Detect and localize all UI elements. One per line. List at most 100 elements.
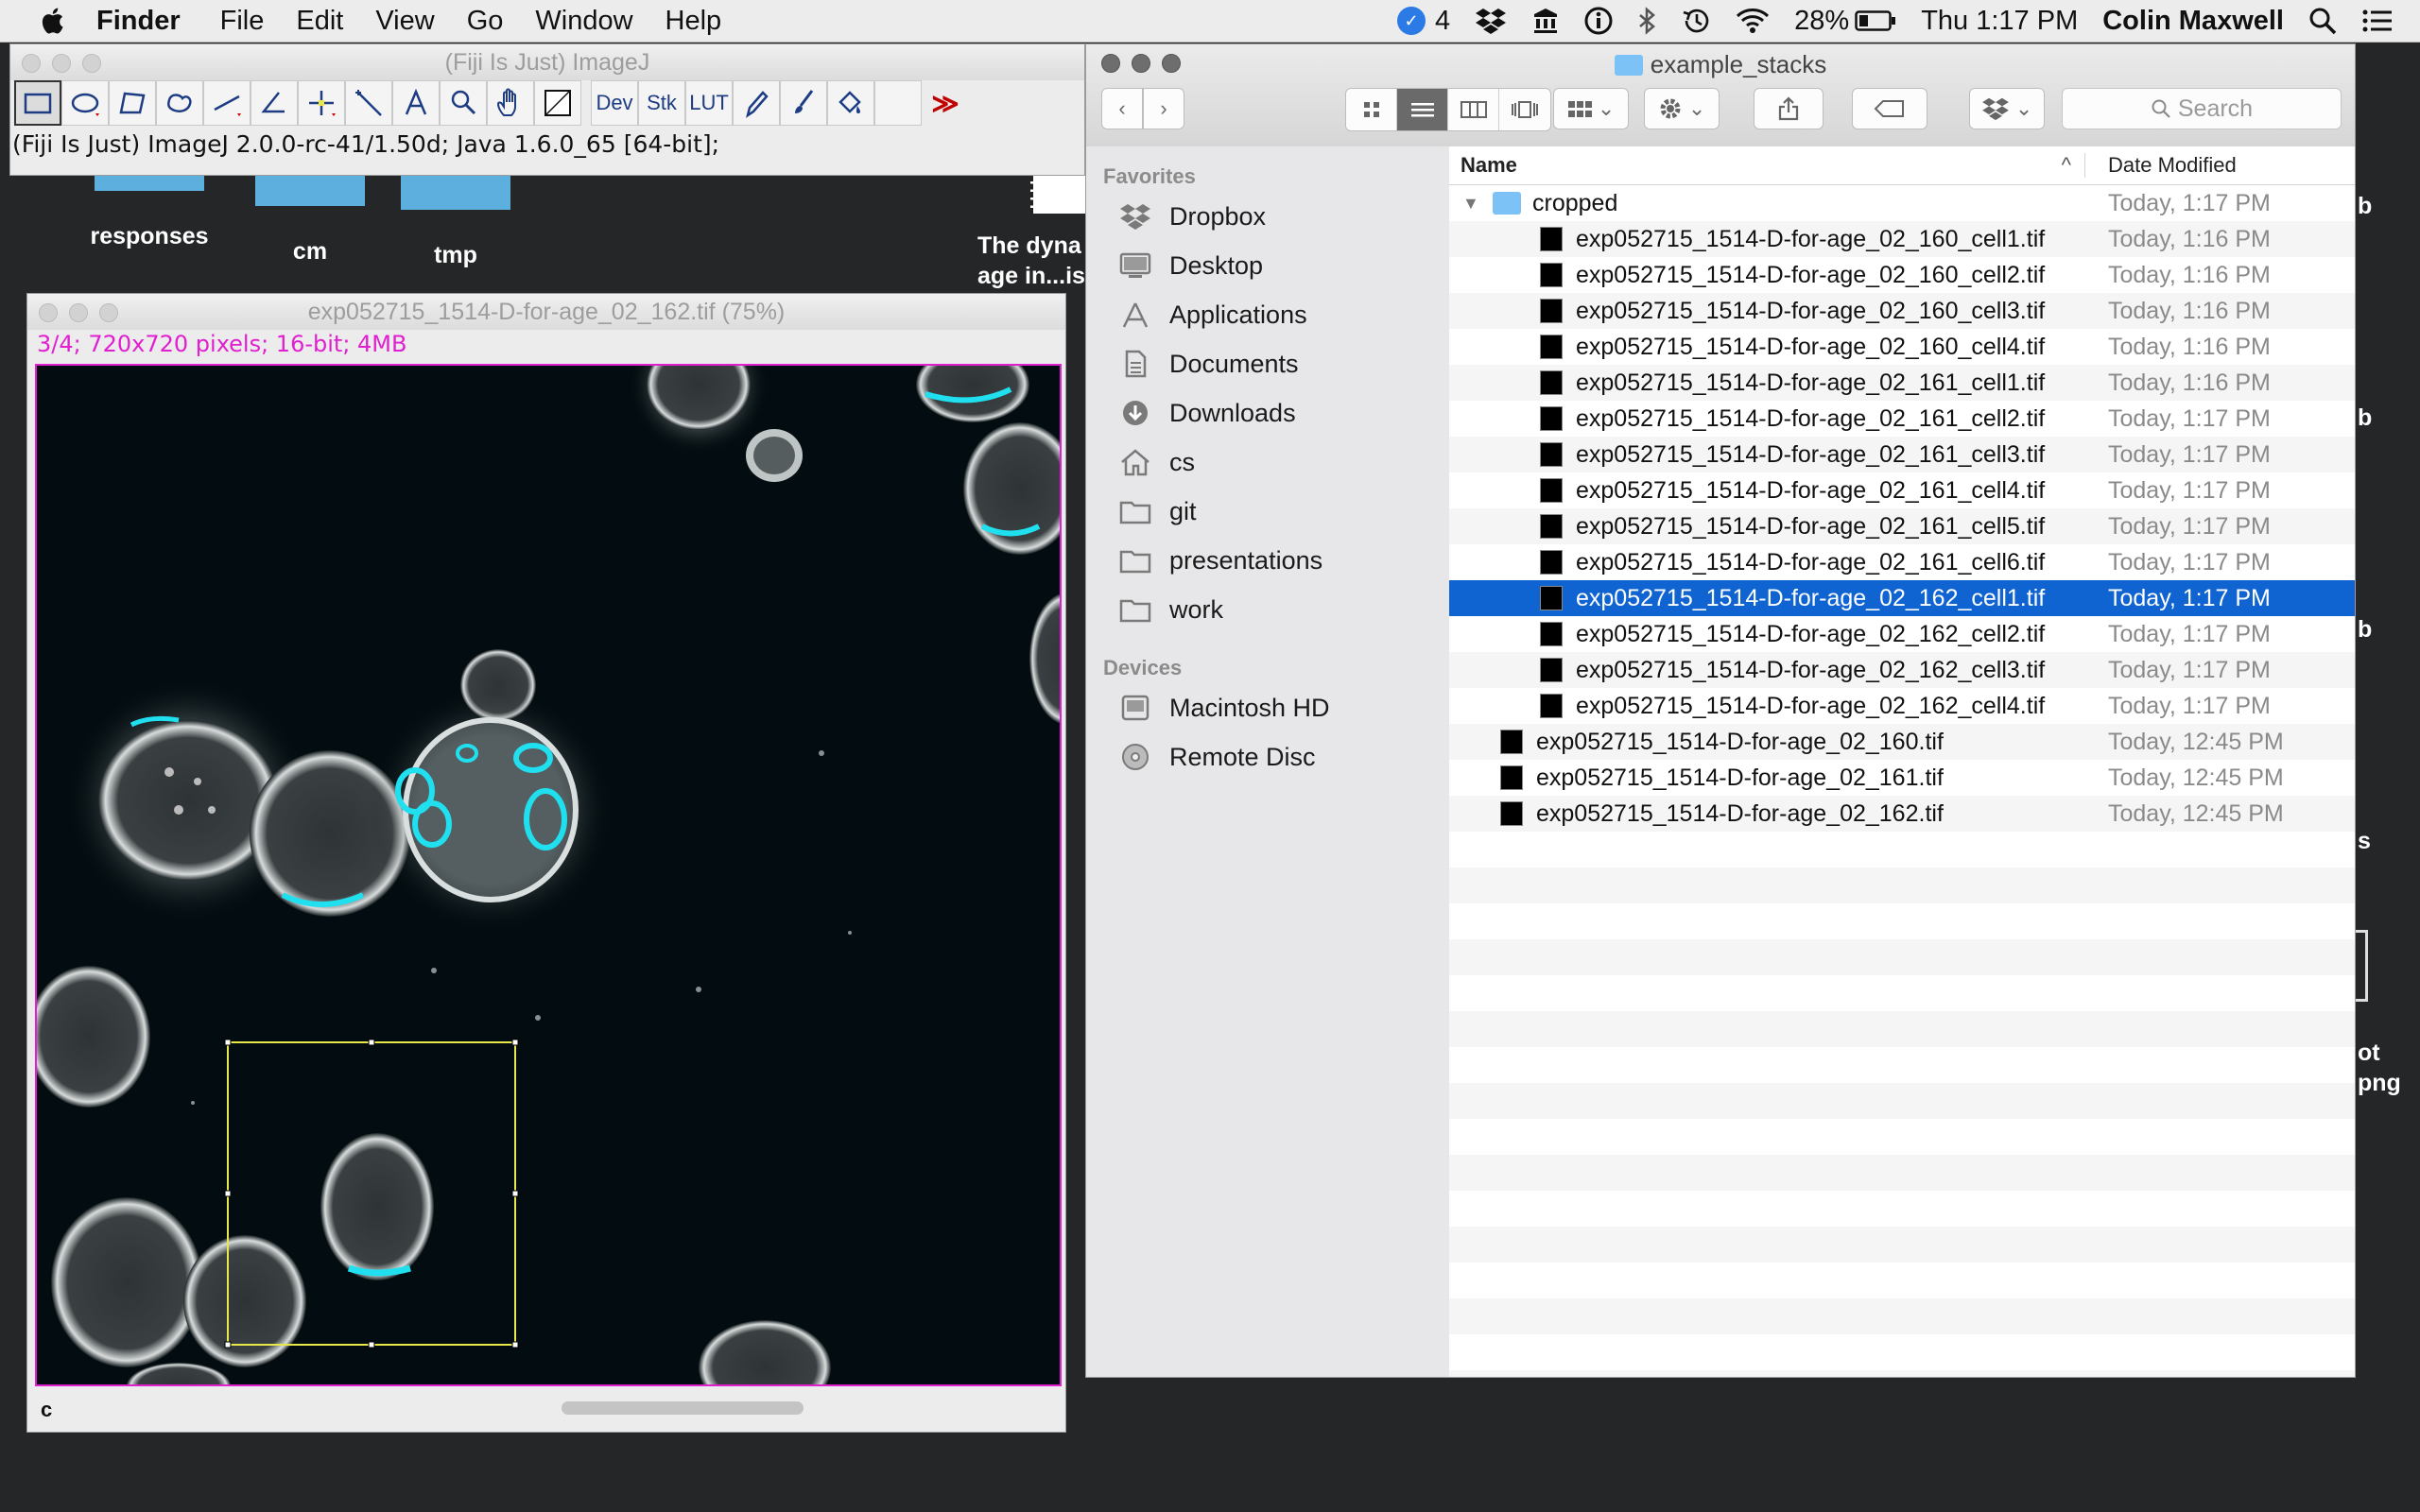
sidebar-item-macintosh-hd[interactable]: Macintosh HD (1086, 683, 1449, 732)
polygon-tool[interactable] (109, 80, 156, 126)
info-status-icon[interactable] (1584, 7, 1613, 35)
imagej-titlebar[interactable]: (Fiji Is Just) ImageJ (10, 44, 1084, 80)
sidebar-item-remote-disc[interactable]: Remote Disc (1086, 732, 1449, 782)
apple-menu-icon[interactable] (40, 7, 64, 35)
column-header-date[interactable]: Date Modified (2085, 153, 2237, 178)
table-row[interactable]: exp052715_1514-D-for-age_02_160_cell4.ti… (1449, 329, 2355, 365)
desktop-document-icon[interactable] (1030, 176, 1086, 214)
column-view-button[interactable] (1448, 89, 1499, 130)
desktop-fragment[interactable]: b (2358, 616, 2372, 644)
oval-tool[interactable] (61, 80, 109, 126)
desktop-folder-tmp-icon[interactable] (401, 176, 510, 210)
table-row-selected[interactable]: exp052715_1514-D-for-age_02_162_cell1.ti… (1449, 580, 2355, 616)
forward-button[interactable]: › (1143, 88, 1184, 129)
text-tool[interactable] (392, 80, 440, 126)
menu-file[interactable]: File (220, 6, 265, 37)
zoom-button[interactable] (82, 54, 101, 73)
sidebar-item-cs[interactable]: cs (1086, 438, 1449, 487)
clock[interactable]: Thu 1:17 PM (1921, 6, 2078, 37)
table-row[interactable]: exp052715_1514-D-for-age_02_160.tif Today… (1449, 724, 2355, 760)
table-row[interactable]: exp052715_1514-D-for-age_02_161_cell1.ti… (1449, 365, 2355, 401)
desktop-fragment[interactable]: s (2358, 828, 2371, 855)
disclosure-triangle-icon[interactable]: ▼ (1462, 194, 1479, 214)
back-button[interactable]: ‹ (1101, 88, 1143, 129)
table-row[interactable]: exp052715_1514-D-for-age_02_162_cell3.ti… (1449, 652, 2355, 688)
table-row[interactable]: exp052715_1514-D-for-age_02_161.tif Today… (1449, 760, 2355, 796)
minimize-button[interactable] (69, 303, 88, 322)
notification-status[interactable]: ✓ 4 (1397, 6, 1450, 37)
search-field[interactable]: Search (2062, 88, 2342, 129)
desktop-label-age[interactable]: age in...is (977, 263, 1085, 290)
sidebar-item-desktop[interactable]: Desktop (1086, 241, 1449, 290)
sidebar-item-applications[interactable]: Applications (1086, 290, 1449, 339)
line-tool[interactable] (203, 80, 251, 126)
desktop-label-dynamics[interactable]: The dyna (977, 232, 1081, 260)
menu-window[interactable]: Window (535, 6, 632, 37)
desktop-folder-cm-icon[interactable] (255, 176, 365, 206)
desktop-item-outline[interactable] (2356, 930, 2368, 1002)
sidebar-item-presentations[interactable]: presentations (1086, 536, 1449, 585)
spotlight-search-icon[interactable] (2308, 7, 2337, 35)
menu-help[interactable]: Help (666, 6, 722, 37)
desktop-fragment[interactable]: b (2358, 404, 2372, 432)
point-tool[interactable] (298, 80, 345, 126)
bluetooth-icon[interactable] (1637, 7, 1656, 35)
desktop-fragment[interactable]: png (2358, 1070, 2401, 1097)
flood-fill-tool[interactable] (827, 80, 874, 126)
table-row[interactable]: exp052715_1514-D-for-age_02_161_cell2.ti… (1449, 401, 2355, 437)
bank-icon[interactable] (1531, 7, 1560, 35)
zoom-button[interactable] (99, 303, 118, 322)
table-row[interactable]: exp052715_1514-D-for-age_02_161_cell6.ti… (1449, 544, 2355, 580)
horizontal-scrollbar[interactable] (562, 1401, 804, 1415)
desktop-fragment[interactable]: ot (2358, 1040, 2380, 1067)
close-button[interactable] (39, 303, 58, 322)
table-row[interactable]: exp052715_1514-D-for-age_02_162_cell4.ti… (1449, 688, 2355, 724)
more-tools-button[interactable]: ≫ (922, 80, 969, 126)
user-name[interactable]: Colin Maxwell (2102, 6, 2284, 37)
pencil-tool[interactable] (733, 80, 780, 126)
share-button[interactable] (1754, 88, 1824, 129)
column-header-name[interactable]: Name ^ (1449, 153, 2085, 178)
tags-button[interactable] (1852, 88, 1927, 129)
table-row[interactable]: exp052715_1514-D-for-age_02_160_cell3.ti… (1449, 293, 2355, 329)
image-titlebar[interactable]: exp052715_1514-D-for-age_02_162.tif (75%… (27, 294, 1065, 330)
desktop-label-responses[interactable]: responses (66, 223, 233, 250)
icon-view-button[interactable] (1346, 89, 1397, 130)
finder-titlebar[interactable]: example_stacks ‹ › ⌄ ⌄ ⌄ Search (1086, 44, 2355, 147)
table-row[interactable]: exp052715_1514-D-for-age_02_160_cell2.ti… (1449, 257, 2355, 293)
battery-status[interactable]: 28% (1794, 6, 1896, 37)
table-row[interactable]: exp052715_1514-D-for-age_02_161_cell3.ti… (1449, 437, 2355, 472)
list-view-button[interactable] (1397, 89, 1448, 130)
image-canvas[interactable] (35, 364, 1062, 1386)
table-row[interactable]: exp052715_1514-D-for-age_02_160_cell1.ti… (1449, 221, 2355, 257)
menu-app-finder[interactable]: Finder (96, 6, 181, 37)
minimize-button[interactable] (52, 54, 71, 73)
sidebar-item-documents[interactable]: Documents (1086, 339, 1449, 388)
freehand-tool[interactable] (156, 80, 203, 126)
menu-view[interactable]: View (375, 6, 434, 37)
sidebar-item-downloads[interactable]: Downloads (1086, 388, 1449, 438)
action-button[interactable]: ⌄ (1644, 88, 1720, 129)
empty-tool-slot[interactable] (874, 80, 922, 126)
table-row-folder-cropped[interactable]: ▼ cropped Today, 1:17 PM (1449, 185, 2355, 221)
table-row[interactable]: exp052715_1514-D-for-age_02_161_cell5.ti… (1449, 508, 2355, 544)
lut-menu-tool[interactable]: LUT (685, 80, 733, 126)
close-button[interactable] (22, 54, 41, 73)
dropbox-status-icon[interactable] (1475, 7, 1507, 35)
menu-edit[interactable]: Edit (296, 6, 343, 37)
sidebar-item-dropbox[interactable]: Dropbox (1086, 192, 1449, 241)
zoom-tool[interactable] (440, 80, 487, 126)
desktop-label-tmp[interactable]: tmp (401, 242, 510, 269)
desktop-label-cm[interactable]: cm (255, 238, 365, 266)
sidebar-item-work[interactable]: work (1086, 585, 1449, 634)
wand-tool[interactable] (345, 80, 392, 126)
brush-tool[interactable] (780, 80, 827, 126)
dev-menu-tool[interactable]: Dev (591, 80, 638, 126)
angle-tool[interactable] (251, 80, 298, 126)
color-picker-tool[interactable] (534, 80, 581, 126)
sidebar-item-git[interactable]: git (1086, 487, 1449, 536)
menu-go[interactable]: Go (467, 6, 504, 37)
desktop-fragment[interactable]: b (2358, 193, 2372, 220)
table-row[interactable]: exp052715_1514-D-for-age_02_162.tif Today… (1449, 796, 2355, 832)
dropbox-toolbar-button[interactable]: ⌄ (1969, 88, 2045, 129)
